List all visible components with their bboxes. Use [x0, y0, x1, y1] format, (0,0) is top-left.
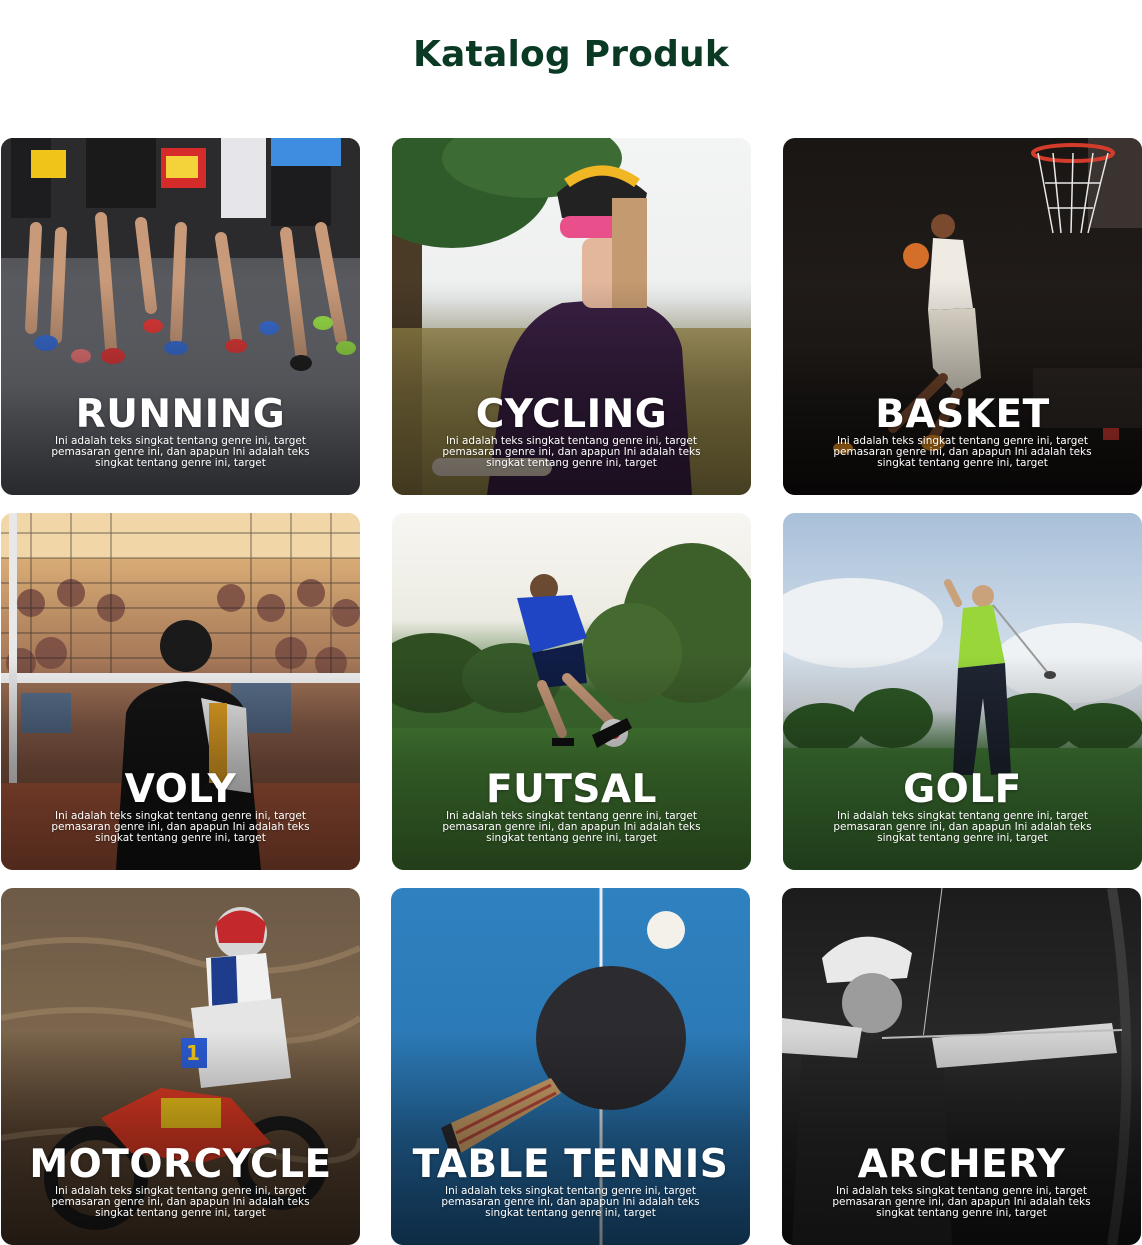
- card-title: TABLE TENNIS: [412, 1142, 729, 1187]
- card-cycling[interactable]: CYCLING Ini adalah teks singkat tentang …: [392, 138, 751, 495]
- card-description: Ini adalah teks singkat tentang genre in…: [442, 810, 701, 844]
- card-description: Ini adalah teks singkat tentang genre in…: [51, 1185, 310, 1219]
- card-table-tennis[interactable]: TABLE TENNIS Ini adalah teks singkat ten…: [391, 888, 750, 1245]
- card-description: Ini adalah teks singkat tentang genre in…: [51, 810, 310, 844]
- card-voly[interactable]: VOLY Ini adalah teks singkat tentang gen…: [1, 513, 360, 870]
- card-title: MOTORCYCLE: [29, 1142, 332, 1187]
- card-basket[interactable]: BASKET Ini adalah teks singkat tentang g…: [783, 138, 1142, 495]
- card-title: CYCLING: [475, 392, 668, 437]
- card-golf[interactable]: GOLF Ini adalah teks singkat tentang gen…: [783, 513, 1142, 870]
- card-description: Ini adalah teks singkat tentang genre in…: [833, 435, 1092, 469]
- card-description: Ini adalah teks singkat tentang genre in…: [441, 1185, 700, 1219]
- card-title: BASKET: [875, 392, 1050, 437]
- card-description: Ini adalah teks singkat tentang genre in…: [833, 810, 1092, 844]
- card-running[interactable]: RUNNING Ini adalah teks singkat tentang …: [1, 138, 360, 495]
- page-title: Katalog Produk: [412, 34, 730, 76]
- card-description: Ini adalah teks singkat tentang genre in…: [442, 435, 701, 469]
- card-description: Ini adalah teks singkat tentang genre in…: [832, 1185, 1091, 1219]
- card-archery[interactable]: ARCHERY Ini adalah teks singkat tentang …: [782, 888, 1141, 1245]
- card-title: ARCHERY: [857, 1142, 1066, 1187]
- card-title: VOLY: [124, 767, 237, 812]
- card-motorcycle[interactable]: 1 MOTORCYCLE Ini adalah teks singkat ten…: [1, 888, 360, 1245]
- card-title: RUNNING: [75, 392, 286, 437]
- card-title: FUTSAL: [485, 767, 658, 812]
- card-futsal[interactable]: FUTSAL Ini adalah teks singkat tentang g…: [392, 513, 751, 870]
- card-title: GOLF: [903, 767, 1022, 812]
- card-description: Ini adalah teks singkat tentang genre in…: [51, 435, 310, 469]
